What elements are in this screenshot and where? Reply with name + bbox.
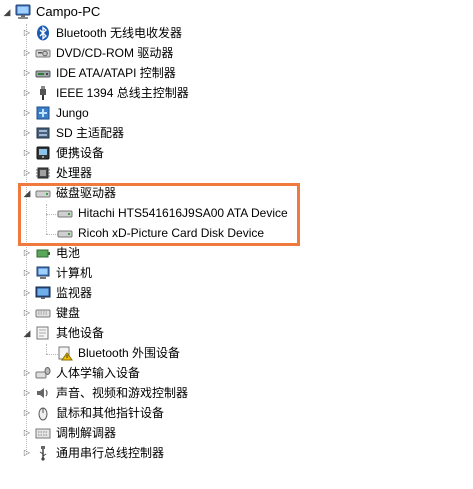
tree-item-ieee1394[interactable]: ▷ IEEE 1394 总线主控制器 — [22, 83, 189, 103]
hard-disk-icon — [56, 204, 74, 222]
expand-icon[interactable]: ▷ — [22, 143, 32, 163]
tree-item-label: Ricoh xD-Picture Card Disk Device — [78, 226, 265, 240]
tree-item-label: 键盘 — [56, 306, 81, 320]
expand-icon[interactable]: ▷ — [22, 23, 32, 43]
tree-item-label: DVD/CD-ROM 驱动器 — [56, 46, 174, 60]
collapse-icon[interactable]: ◢ — [22, 183, 32, 203]
keyboard-icon — [34, 304, 52, 322]
tree-item-label: Bluetooth 无线电收发器 — [56, 26, 183, 40]
tree-root-label: Campo-PC — [36, 4, 101, 19]
collapse-icon[interactable]: ◢ — [22, 323, 32, 343]
tree-item-usb[interactable]: ▷ 通用串行总线控制器 — [22, 443, 164, 463]
tree-item-label: SD 主适配器 — [56, 126, 125, 140]
tree-item-sound[interactable]: ▷ 声音、视频和游戏控制器 — [22, 383, 188, 403]
expand-icon[interactable]: ▷ — [22, 423, 32, 443]
tree-item-label: Hitachi HTS541616J9SA00 ATA Device — [78, 206, 288, 220]
tree-item-jungo[interactable]: ▷ Jungo — [22, 103, 89, 123]
tree-item-disk-drives[interactable]: ◢ 磁盘驱动器 — [22, 183, 116, 203]
dvd-drive-icon — [34, 44, 52, 62]
tree-item-label: 监视器 — [56, 286, 93, 300]
tree-item-label: 调制解调器 — [56, 426, 117, 440]
tree-item-other-devices[interactable]: ◢ 其他设备 — [22, 323, 104, 343]
tree-item-label: IEEE 1394 总线主控制器 — [56, 86, 189, 100]
expand-icon[interactable]: ▷ — [22, 63, 32, 83]
tree-item-label: 其他设备 — [56, 326, 105, 340]
disk-drive-icon — [34, 184, 52, 202]
tree-item-label: 处理器 — [56, 166, 93, 180]
usb-icon — [34, 444, 52, 462]
tree-line-other-children — [46, 344, 47, 354]
tree-item-modem[interactable]: ▷ 调制解调器 — [22, 423, 116, 443]
tree-item-hid[interactable]: ▷ 人体学输入设备 — [22, 363, 140, 383]
tree-item-dvd[interactable]: ▷ DVD/CD-ROM 驱动器 — [22, 43, 173, 63]
tree-item-label: 声音、视频和游戏控制器 — [56, 386, 189, 400]
computer-category-icon — [34, 264, 52, 282]
tree-line-disk-children — [46, 204, 47, 234]
tree-item-ricoh-disk[interactable]: Ricoh xD-Picture Card Disk Device — [56, 223, 264, 243]
tree-item-label: 便携设备 — [56, 146, 105, 160]
tree-item-keyboard[interactable]: ▷ 键盘 — [22, 303, 80, 323]
tree-item-label: 电池 — [56, 246, 81, 260]
expand-icon[interactable]: ▷ — [22, 303, 32, 323]
warning-device-icon — [56, 344, 74, 362]
expand-icon[interactable]: ▷ — [22, 43, 32, 63]
processor-icon — [34, 164, 52, 182]
expand-icon[interactable]: ▷ — [22, 243, 32, 263]
expand-icon[interactable]: ▷ — [22, 163, 32, 183]
hid-icon — [34, 364, 52, 382]
tree-item-monitor[interactable]: ▷ 监视器 — [22, 283, 92, 303]
expand-icon[interactable]: ▷ — [22, 383, 32, 403]
jungo-icon — [34, 104, 52, 122]
tree-item-processor[interactable]: ▷ 处理器 — [22, 163, 92, 183]
tree-root[interactable]: ◢ Campo-PC — [2, 2, 100, 22]
expand-icon[interactable]: ▷ — [22, 363, 32, 383]
ide-controller-icon — [34, 64, 52, 82]
collapse-icon[interactable]: ◢ — [2, 2, 12, 22]
tree-item-hitachi-disk[interactable]: Hitachi HTS541616J9SA00 ATA Device — [56, 203, 288, 223]
hard-disk-icon — [56, 224, 74, 242]
battery-icon — [34, 244, 52, 262]
expand-icon[interactable]: ▷ — [22, 403, 32, 423]
tree-item-label: Jungo — [56, 106, 89, 120]
expand-icon[interactable]: ▷ — [22, 83, 32, 103]
expand-icon[interactable]: ▷ — [22, 123, 32, 143]
portable-device-icon — [34, 144, 52, 162]
sound-icon — [34, 384, 52, 402]
tree-item-mouse[interactable]: ▷ 鼠标和其他指针设备 — [22, 403, 164, 423]
computer-icon — [14, 3, 32, 21]
tree-item-label: 人体学输入设备 — [56, 366, 141, 380]
tree-item-label: IDE ATA/ATAPI 控制器 — [56, 66, 176, 80]
tree-item-bluetooth[interactable]: ▷ Bluetooth 无线电收发器 — [22, 23, 182, 43]
tree-item-label: 计算机 — [56, 266, 93, 280]
expand-icon[interactable]: ▷ — [22, 103, 32, 123]
expand-icon[interactable]: ▷ — [22, 263, 32, 283]
other-devices-icon — [34, 324, 52, 342]
tree-item-label: 通用串行总线控制器 — [56, 446, 165, 460]
ieee1394-icon — [34, 84, 52, 102]
tree-item-label: Bluetooth 外围设备 — [78, 346, 181, 360]
tree-item-label: 鼠标和其他指针设备 — [56, 406, 165, 420]
mouse-icon — [34, 404, 52, 422]
monitor-icon — [34, 284, 52, 302]
tree-item-ide[interactable]: ▷ IDE ATA/ATAPI 控制器 — [22, 63, 176, 83]
tree-item-label: 磁盘驱动器 — [56, 186, 117, 200]
tree-item-bluetooth-peripheral[interactable]: Bluetooth 外围设备 — [56, 343, 180, 363]
expand-icon[interactable]: ▷ — [22, 443, 32, 463]
tree-item-portable[interactable]: ▷ 便携设备 — [22, 143, 104, 163]
bluetooth-icon — [34, 24, 52, 42]
tree-item-computer[interactable]: ▷ 计算机 — [22, 263, 92, 283]
modem-icon — [34, 424, 52, 442]
device-manager-tree: ◢ Campo-PC ▷ Bluetooth 无线电收发器 ▷ DVD/CD-R… — [0, 0, 473, 489]
tree-item-sd[interactable]: ▷ SD 主适配器 — [22, 123, 124, 143]
tree-item-battery[interactable]: ▷ 电池 — [22, 243, 80, 263]
expand-icon[interactable]: ▷ — [22, 283, 32, 303]
sd-adapter-icon — [34, 124, 52, 142]
